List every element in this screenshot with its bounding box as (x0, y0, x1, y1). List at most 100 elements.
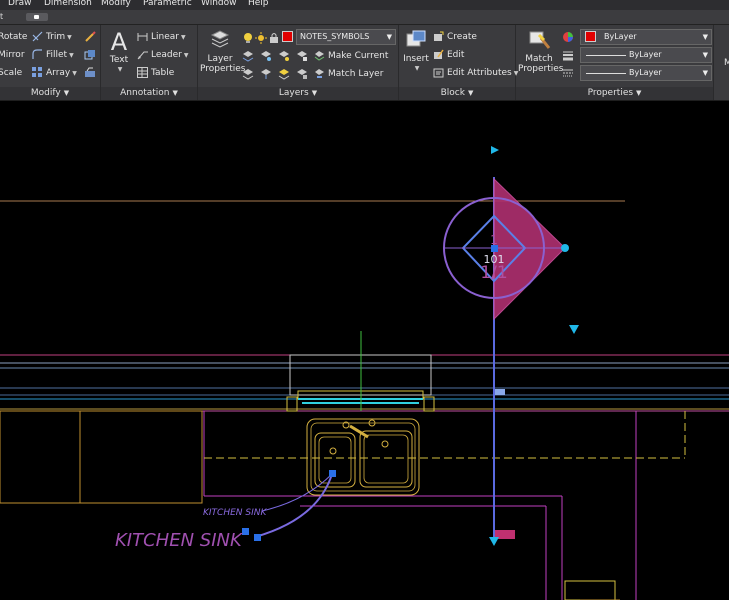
leader-grip-3[interactable] (254, 534, 261, 541)
callout-flip-arrow-icon[interactable] (569, 325, 579, 334)
section-callout[interactable]: 1 101 1/1 (443, 146, 579, 546)
menu-window[interactable]: Window (201, 0, 237, 8)
layer-off-icon[interactable] (278, 50, 290, 62)
create-block-button[interactable]: Create (433, 29, 477, 45)
menu-draw[interactable]: Draw (8, 0, 32, 8)
rotate-button[interactable]: Rotate (0, 29, 27, 45)
block-panel-title[interactable]: Block ▼ (399, 87, 515, 100)
annotation-panel-title[interactable]: Annotation ▼ (101, 87, 197, 100)
insert-button[interactable]: Insert ▼ (401, 29, 431, 74)
layer-freeze-icon[interactable] (260, 50, 272, 62)
match-properties-button[interactable]: Match Properties (518, 29, 563, 74)
next-panel-partial: M (714, 25, 729, 100)
color-dropdown-arrow-icon: ▼ (702, 33, 708, 41)
stretch-icon[interactable] (84, 67, 96, 79)
match-properties-brush-icon (529, 31, 551, 49)
text-dropdown-icon[interactable]: ▼ (107, 65, 133, 75)
text-button[interactable]: A Text ▼ (105, 29, 133, 75)
make-current-button[interactable]: Make Current (314, 48, 388, 64)
mirror-button[interactable]: Mirror (0, 47, 25, 63)
layer-isolate-icon[interactable] (242, 50, 254, 62)
menu-bar: Draw Dimension Modify Parametric Window … (0, 0, 729, 10)
rotate-label: Rotate (0, 32, 28, 42)
trim-dropdown-icon[interactable]: ▼ (67, 34, 72, 41)
trim-button[interactable]: Trim ▼ (32, 29, 72, 45)
ribbon-toggle-button[interactable] (26, 13, 48, 21)
copy-icon[interactable] (84, 49, 96, 61)
panel-expand-icon: ▼ (172, 89, 178, 97)
linetype-dropdown-arrow-icon: ▼ (702, 69, 708, 77)
linear-dimension-button[interactable]: Linear ▼ (137, 29, 186, 45)
layer-properties-label: Layer Properties (200, 54, 246, 74)
layer-unisolate-icon[interactable] (278, 68, 290, 80)
lineweight-dropdown[interactable]: ByLayer ▼ (580, 47, 712, 63)
kitchen-sink-symbol[interactable] (306, 418, 420, 496)
layer-dropdown[interactable]: NOTES_SYMBOLS ▼ (296, 29, 396, 45)
linear-dropdown-icon[interactable]: ▼ (181, 34, 186, 41)
cabinets[interactable] (0, 410, 686, 600)
next-panel-label[interactable]: M (724, 55, 729, 71)
fillet-dropdown-icon[interactable]: ▼ (69, 52, 74, 59)
drawing-canvas[interactable]: KITCHEN SINK KITCHEN SINK 1 101 1/1 (0, 101, 729, 600)
fillet-button[interactable]: Fillet ▼ (32, 47, 74, 63)
panel-expand-icon: ▼ (636, 89, 642, 97)
layer-dropdown-arrow-icon: ▼ (386, 33, 392, 41)
match-layer-label: Match Layer (328, 69, 384, 79)
match-layer-icon (314, 68, 325, 79)
menu-dimension[interactable]: Dimension (44, 0, 92, 8)
drawing-svg[interactable]: KITCHEN SINK KITCHEN SINK 1 101 1/1 (0, 101, 729, 600)
leader-button[interactable]: Leader ▼ (137, 47, 188, 63)
layer-unlock-icon[interactable] (296, 68, 308, 80)
color-wheel-icon (562, 31, 574, 43)
linetype-icon (562, 67, 574, 79)
menu-modify[interactable]: Modify (101, 0, 131, 8)
scale-button[interactable]: Scale (0, 65, 22, 81)
edit-attributes-button[interactable]: Edit Attributes ▼ (433, 65, 518, 81)
create-label: Create (447, 32, 477, 42)
fillet-label: Fillet (46, 50, 68, 60)
lock-icon (268, 32, 280, 44)
edit-block-icon (433, 49, 444, 60)
insert-dropdown-icon[interactable]: ▼ (403, 64, 431, 74)
erase-pencil-icon[interactable] (84, 31, 96, 43)
sun-icon (255, 32, 267, 44)
leader-dropdown-icon[interactable]: ▼ (184, 52, 189, 59)
layer-walk-icon[interactable] (242, 68, 254, 80)
table-button[interactable]: Table (137, 65, 174, 81)
array-button[interactable]: Array ▼ (32, 65, 77, 81)
block-panel: Insert ▼ Create Edit Edit Attributes ▼ Bl… (399, 25, 518, 100)
leader-grip-1[interactable] (329, 470, 336, 477)
array-dropdown-icon[interactable]: ▼ (72, 70, 77, 77)
edit-label: Edit (447, 50, 465, 60)
leader-grip-2[interactable] (242, 528, 249, 535)
panel-expand-icon: ▼ (63, 89, 70, 97)
fillet-icon (32, 49, 43, 60)
callout-direction-arrow-icon[interactable] (491, 146, 499, 154)
linetype-dropdown[interactable]: ByLayer ▼ (580, 65, 712, 81)
create-block-icon (433, 31, 444, 42)
match-layer-button[interactable]: Match Layer (314, 66, 383, 82)
callout-bottom-arrow-icon[interactable] (489, 537, 499, 546)
annotation-panel: A Text ▼ Linear ▼ Leader ▼ Table Annotatio… (101, 25, 198, 100)
callout-right-grip[interactable] (561, 244, 569, 252)
ribbon: Rotate Trim ▼ Mirror Fillet ▼ Scale Array ▼… (0, 25, 729, 101)
properties-panel-title[interactable]: Properties ▼ (516, 87, 713, 100)
linear-dimension-icon (137, 31, 148, 42)
callout-center-grip[interactable] (491, 245, 498, 252)
kitchen-sink-label-small[interactable]: KITCHEN SINK (203, 508, 267, 518)
layers-panel: Layer Properties NOTES_SYMBOLS ▼ Make Cur… (198, 25, 399, 100)
color-dropdown[interactable]: ByLayer ▼ (580, 29, 712, 45)
modify-panel-title[interactable]: Modify ▼ (0, 87, 100, 100)
kitchen-sink-label-large[interactable]: KITCHEN SINK (115, 530, 243, 551)
layer-merge-icon[interactable] (260, 68, 272, 80)
callout-mid-grip[interactable] (495, 389, 505, 395)
layer-lock-icon[interactable] (296, 50, 308, 62)
menu-parametric[interactable]: Parametric (143, 0, 192, 8)
window-frame[interactable] (286, 331, 435, 412)
menu-help[interactable]: Help (248, 0, 269, 8)
layer-properties-button[interactable]: Layer Properties (200, 29, 246, 74)
trim-label: Trim (46, 32, 66, 42)
layers-panel-title[interactable]: Layers ▼ (198, 87, 398, 100)
ribbon-tab-partial[interactable]: t (0, 12, 3, 21)
edit-block-button[interactable]: Edit (433, 47, 464, 63)
